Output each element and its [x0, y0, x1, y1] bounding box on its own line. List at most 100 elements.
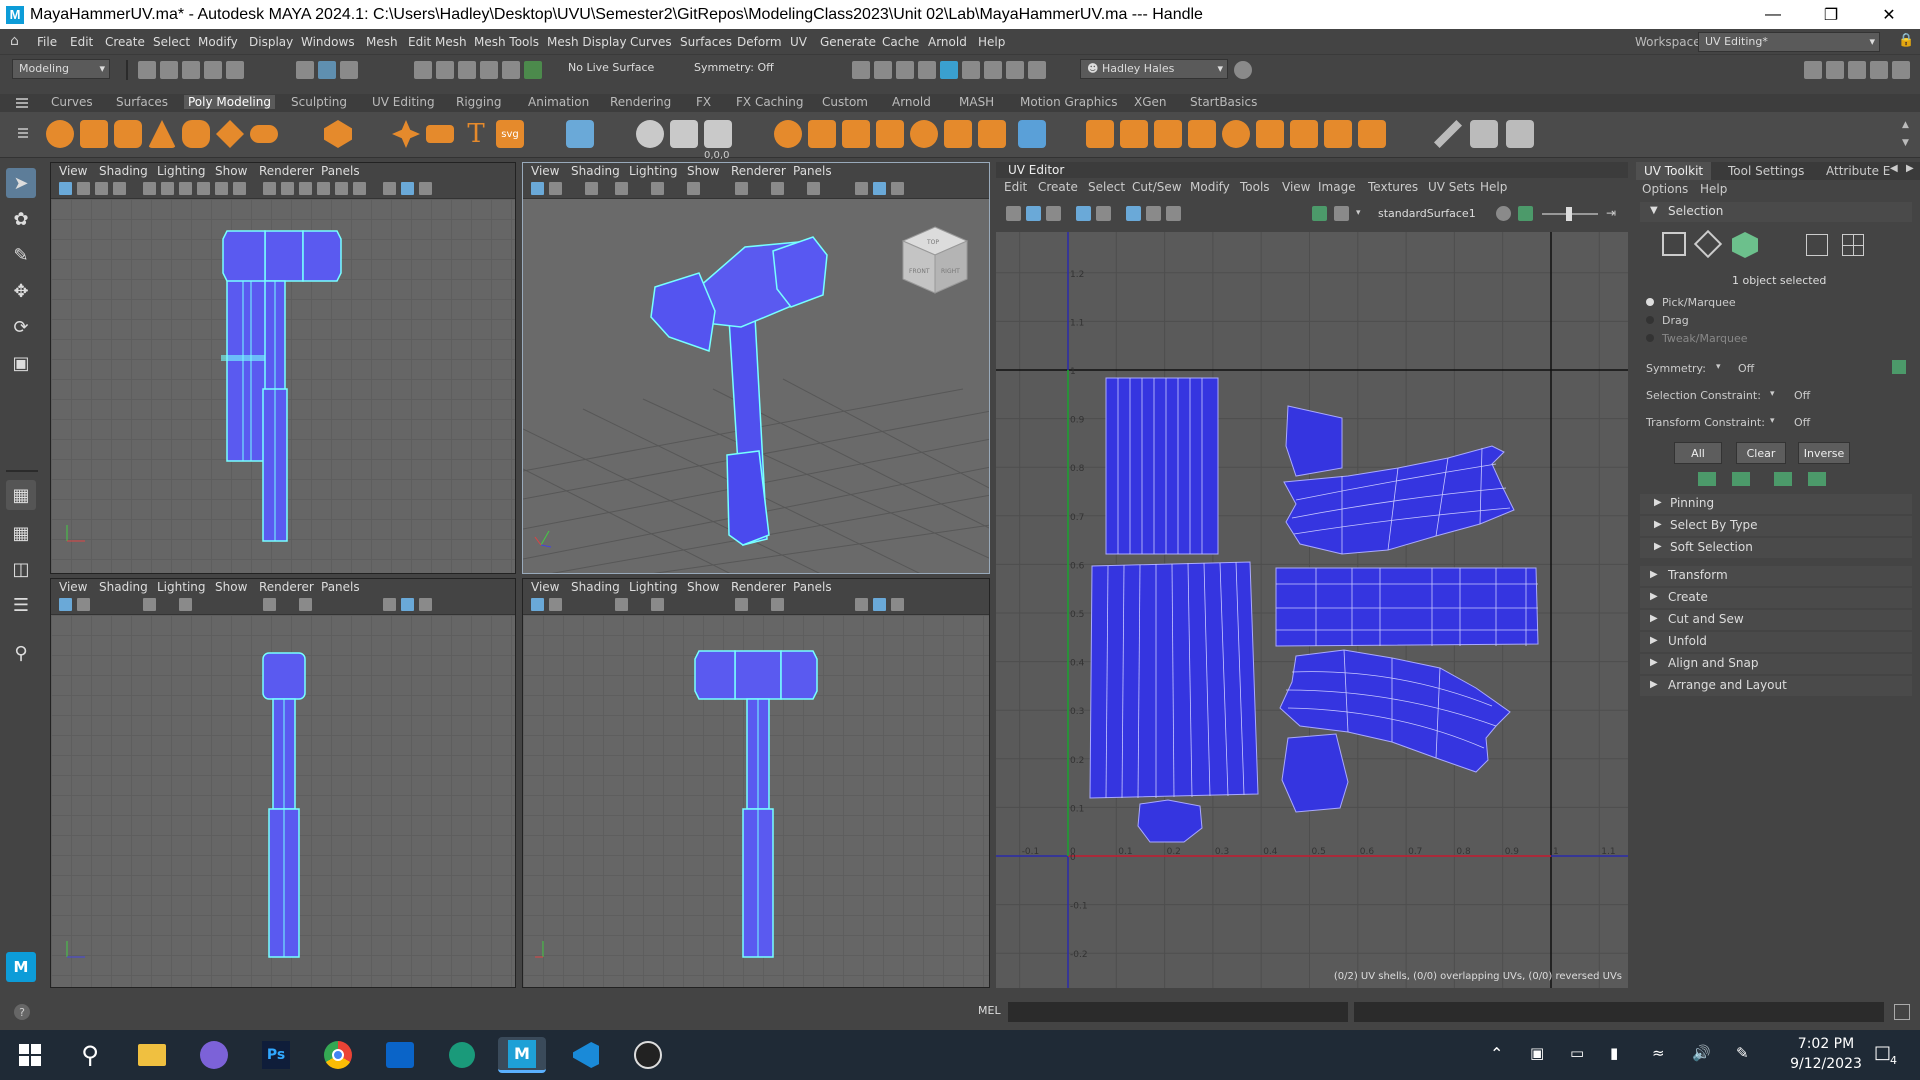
search-icon[interactable]: ⚲ — [72, 1037, 108, 1073]
help-search-icon[interactable] — [1234, 61, 1252, 79]
hypershade-icon[interactable] — [940, 61, 958, 79]
textured-icon[interactable] — [891, 182, 904, 195]
isolate-select-icon[interactable] — [215, 182, 228, 195]
script-editor-icon[interactable] — [1894, 1004, 1910, 1020]
shelf-tab-fx-caching[interactable]: FX Caching — [732, 95, 807, 109]
select-camera-icon[interactable] — [59, 182, 72, 195]
menu-arnold[interactable]: Arnold — [928, 35, 967, 49]
chevron-down-icon[interactable]: ▾ — [1356, 208, 1361, 218]
super-shape-icon[interactable] — [392, 120, 420, 148]
uv-toolbar-expand-icon[interactable]: ⇥ — [1606, 206, 1616, 220]
select-inverse-button[interactable]: Inverse — [1798, 442, 1850, 464]
select-camera-icon[interactable] — [531, 598, 544, 611]
uv-menu-tools[interactable]: Tools — [1240, 180, 1270, 194]
uv-editor-shelf-icon[interactable] — [566, 120, 594, 148]
symmetry-options-icon[interactable] — [1892, 360, 1906, 374]
frame-all-icon[interactable] — [651, 182, 664, 195]
grow-selection-icon[interactable] — [1698, 472, 1716, 486]
uv-checker-tiles-icon[interactable] — [1334, 206, 1349, 221]
collapse-icon[interactable] — [1256, 120, 1284, 148]
select-all-button[interactable]: All — [1674, 442, 1722, 464]
uv-menu-create[interactable]: Create — [1038, 180, 1078, 194]
two-pane-layout-icon[interactable]: ◫ — [6, 554, 36, 584]
uv-menu-image[interactable]: Image — [1318, 180, 1356, 194]
shelf-options-icon[interactable] — [18, 128, 28, 130]
shaded-icon[interactable] — [401, 182, 414, 195]
camera-attributes-icon[interactable] — [549, 182, 562, 195]
move-tool-icon[interactable]: ✥ — [6, 276, 36, 306]
wireframe-on-shaded-icon[interactable] — [855, 182, 868, 195]
uv-texture-borders-icon[interactable] — [1076, 206, 1091, 221]
shelf-tab-arnold[interactable]: Arnold — [888, 95, 935, 109]
shelf-tab-uv-editing[interactable]: UV Editing — [368, 95, 439, 109]
live-surface-field[interactable]: No Live Surface — [562, 59, 662, 79]
shelf-tab-sculpting[interactable]: Sculpting — [287, 95, 351, 109]
symmetry-dropdown[interactable]: Symmetry: Off — [688, 59, 788, 79]
modeling-toolkit-icon[interactable] — [1804, 61, 1822, 79]
section-align-and-snap[interactable]: ▶ Align and Snap — [1640, 654, 1912, 674]
textured-icon[interactable] — [419, 182, 432, 195]
camera-attributes-icon[interactable] — [77, 598, 90, 611]
section-create[interactable]: ▶ Create — [1640, 588, 1912, 608]
notifications-icon[interactable]: □ — [1874, 1042, 1891, 1063]
uv-image-display-icon[interactable] — [1312, 206, 1327, 221]
section-transform[interactable]: ▶ Transform — [1640, 566, 1912, 586]
panel-menu-show[interactable]: Show — [687, 164, 719, 178]
grid-icon[interactable] — [771, 598, 784, 611]
uv-display-grid-icon[interactable] — [1126, 206, 1141, 221]
workspace-dropdown[interactable]: UV Editing* ▾ — [1698, 32, 1880, 52]
shelf-tab-rigging[interactable]: Rigging — [452, 95, 505, 109]
detach-icon[interactable] — [1324, 120, 1352, 148]
shelf-tab-poly-modeling[interactable]: Poly Modeling — [184, 95, 275, 109]
user-account-dropdown[interactable]: ☻ Hadley Hales ▾ — [1080, 59, 1228, 79]
panel-menu-show[interactable]: Show — [215, 164, 247, 178]
uv-mode-icon[interactable] — [1693, 229, 1723, 259]
select-object-icon[interactable] — [318, 61, 336, 79]
frame-all-icon[interactable] — [179, 182, 192, 195]
shelf-tab-mash[interactable]: MASH — [955, 95, 998, 109]
open-scene-icon[interactable] — [160, 61, 178, 79]
home-icon[interactable]: ⌂ — [10, 33, 19, 49]
uv-menu-uv-sets[interactable]: UV Sets — [1428, 180, 1475, 194]
panel-menu-lighting[interactable]: Lighting — [157, 164, 206, 178]
panel-menu-lighting[interactable]: Lighting — [629, 580, 678, 594]
paint-select-tool-icon[interactable]: ✎ — [6, 240, 36, 270]
taskbar-date[interactable]: 9/12/2023 — [1786, 1056, 1866, 1072]
poly-cylinder-icon[interactable] — [114, 120, 142, 148]
2d-pan-zoom-icon[interactable] — [161, 182, 174, 195]
poly-plane-icon[interactable] — [216, 120, 244, 148]
uv-shell-mode-icon[interactable] — [1732, 232, 1758, 258]
file-explorer-icon[interactable] — [134, 1037, 170, 1073]
select-camera-icon[interactable] — [59, 598, 72, 611]
grid-icon[interactable] — [299, 182, 312, 195]
show-hidden-icons-icon[interactable]: ⌃ — [1490, 1044, 1503, 1063]
safe-action-icon[interactable] — [353, 182, 366, 195]
meet-now-icon[interactable]: ▣ — [1530, 1044, 1544, 1062]
uv-menu-modify[interactable]: Modify — [1190, 180, 1230, 194]
radio-drag[interactable] — [1646, 316, 1654, 324]
snap-point-icon[interactable] — [458, 61, 476, 79]
menu-modify[interactable]: Modify — [198, 35, 238, 49]
multi-cut-icon[interactable] — [1434, 120, 1462, 148]
menu-cache[interactable]: Cache — [882, 35, 919, 49]
menu-mesh-display[interactable]: Mesh Display — [547, 35, 627, 49]
menu-set-dropdown[interactable]: Modeling ▾ — [12, 59, 110, 79]
snap-together-icon[interactable]: 0,0,0 — [704, 120, 732, 161]
four-view-layout-icon[interactable]: ▦ — [6, 518, 36, 548]
rotate-tool-icon[interactable]: ⟳ — [6, 312, 36, 342]
minimize-icon[interactable]: — — [1744, 0, 1802, 29]
camera-attributes-icon[interactable] — [77, 182, 90, 195]
connect-icon[interactable] — [1290, 120, 1318, 148]
chrome-icon[interactable] — [320, 1037, 356, 1073]
taskbar-time[interactable]: 7:02 PM — [1786, 1036, 1866, 1052]
selection-constraint-value[interactable]: Off — [1794, 389, 1810, 402]
uv-menu-cut-sew[interactable]: Cut/Sew — [1132, 180, 1182, 194]
panel-menu-renderer[interactable]: Renderer — [259, 580, 314, 594]
uv-menu-select[interactable]: Select — [1088, 180, 1125, 194]
uv-shell-select-icon[interactable] — [1806, 234, 1828, 256]
chevron-down-icon[interactable]: ▾ — [1770, 389, 1775, 399]
booleans-icon[interactable] — [774, 120, 802, 148]
shelf-tab-startbasics[interactable]: StartBasics — [1186, 95, 1261, 109]
viewport-side[interactable]: View Shading Lighting Show Renderer Pane… — [522, 578, 990, 988]
menu-display[interactable]: Display — [249, 35, 293, 49]
